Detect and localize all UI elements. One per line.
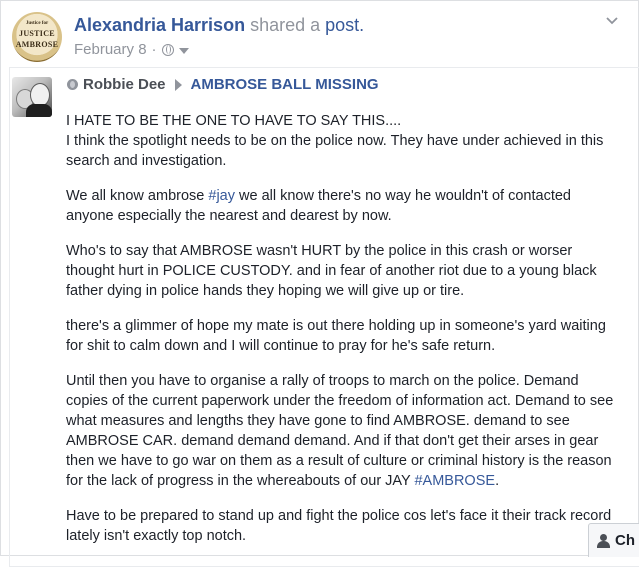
meta-separator: · [151,41,157,58]
sharer-name-link[interactable]: Alexandria Harrison [74,15,245,35]
group-name-link[interactable]: AMBROSE BALL MISSING [191,76,379,93]
paragraph: We all know ambrose #jay we all know the… [66,186,621,226]
paragraph-line: I HATE TO BE THE ONE TO HAVE TO SAY THIS… [66,113,402,129]
avatar-caption: Justice for [25,21,49,26]
share-headline: Alexandria Harrison shared a post. [74,15,364,36]
hashtag-link[interactable]: #jay [208,188,235,204]
paragraph-text: . [495,473,500,489]
globe-icon [67,79,78,90]
triangle-right-icon [174,78,182,91]
hashtag-link[interactable]: #AMBROSE [414,473,495,489]
post-link[interactable]: post. [325,15,364,35]
post-card: Justice for JUSTICE AMBROSE Alexandria H… [0,0,639,567]
chevron-down-icon[interactable] [606,14,618,26]
caret-down-icon[interactable] [178,47,189,54]
sharer-avatar[interactable]: Justice for JUSTICE AMBROSE [12,12,62,62]
paragraph-text: Until then you have to organise a rally … [66,373,614,489]
person-icon [597,533,611,548]
shared-text: shared a [250,15,321,35]
chat-label: Ch [615,532,635,549]
author-avatar[interactable] [12,77,52,117]
post-meta: February 8 · [74,41,189,58]
paragraph: Have to be prepared to stand up and figh… [66,508,612,544]
paragraph: there's a glimmer of hope my mate is out… [66,318,606,354]
avatar-caption-justice: JUSTICE [19,29,55,38]
avatar-shirt [26,104,52,117]
avatar-caption-ambrose: AMBROSE [15,40,59,49]
author-name-link[interactable]: Robbie Dee [83,76,166,93]
paragraph: I HATE TO BE THE ONE TO HAVE TO SAY THIS… [66,111,621,171]
paragraph: Who's to say that AMBROSE wasn't HURT by… [66,243,597,299]
post-body: I HATE TO BE THE ONE TO HAVE TO SAY THIS… [66,111,621,561]
globe-icon [161,43,174,56]
paragraph: Until then you have to organise a rally … [66,371,621,491]
shared-post-header: Robbie Dee AMBROSE BALL MISSING [67,76,379,93]
paragraph-text: We all know ambrose [66,188,209,204]
post-date-link[interactable]: February 8 [74,41,147,58]
chat-tab[interactable]: Ch [588,523,639,557]
paragraph-line: I think the spotlight needs to be on the… [66,133,604,169]
